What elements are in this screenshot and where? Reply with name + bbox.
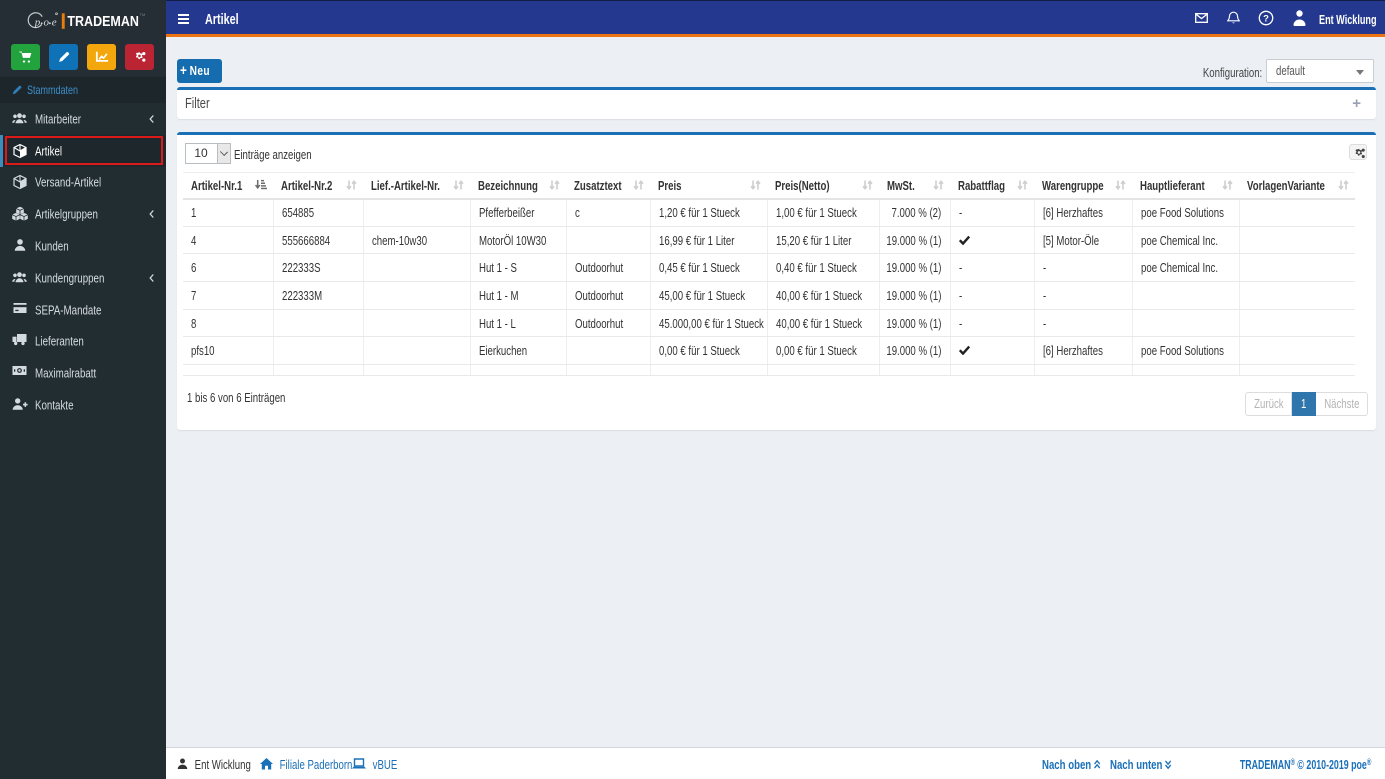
svg-text:TM: TM xyxy=(140,12,146,17)
svg-text:e: e xyxy=(52,17,57,29)
svg-text:TRADEMAN: TRADEMAN xyxy=(67,14,138,30)
svg-text:o: o xyxy=(44,17,50,29)
svg-text:p: p xyxy=(34,17,41,29)
svg-text:?: ? xyxy=(1263,13,1269,24)
